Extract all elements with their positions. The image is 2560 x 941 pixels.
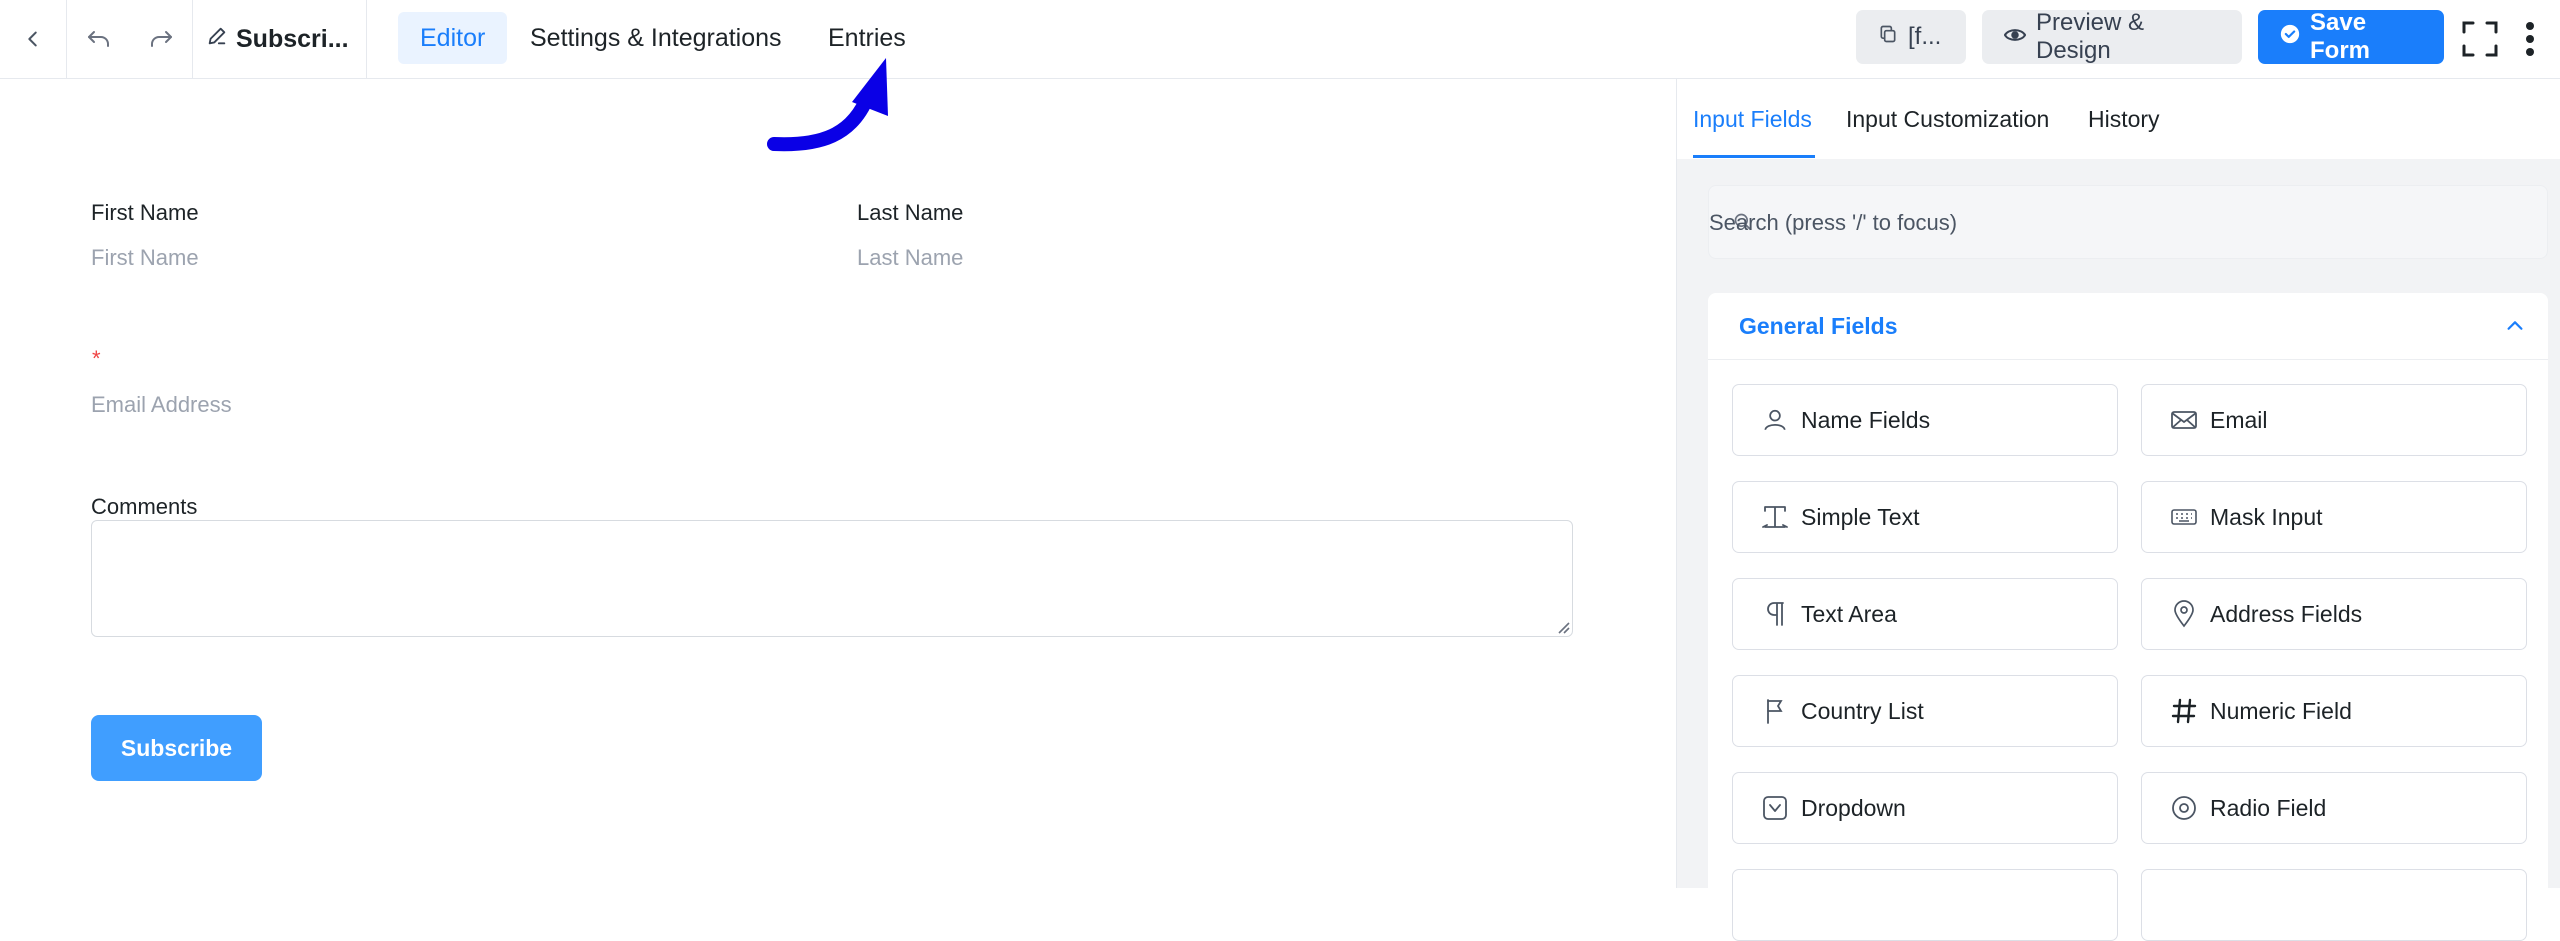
field-label: Email [2210,406,2268,433]
comments-label: Comments [91,494,198,519]
tab-history[interactable]: History [2088,79,2160,159]
field-label: Numeric Field [2210,697,2352,724]
field-name-fields[interactable]: Name Fields [1732,384,2118,456]
save-form-button[interactable]: Save Form [2258,9,2444,64]
pencil-icon [206,25,228,54]
field-label: Address Fields [2210,600,2363,627]
first-name-input[interactable]: First Name [91,245,199,271]
field-label: Dropdown [1801,794,1906,821]
chevron-up-icon[interactable] [2504,315,2526,342]
save-label: Save Form [2310,9,2370,64]
back-icon[interactable] [0,0,66,78]
general-fields-section: General Fields Name Fields Email Simple … [1708,293,2548,941]
field-text-area[interactable]: Text Area [1732,578,2118,650]
field-label: Radio Field [2210,794,2327,821]
field-label: Text Area [1801,600,1897,627]
field-mask-input[interactable]: Mask Input [2141,481,2527,553]
search-input[interactable]: Search (press '/' to focus) [1709,186,1957,260]
first-name-label: First Name [91,200,199,225]
section-title: General Fields [1739,312,1898,339]
field-radio-field[interactable]: Radio Field [2141,772,2527,844]
copy-icon [1878,23,1898,51]
radio-icon [2164,795,2204,821]
tab-editor[interactable]: Editor [398,12,508,64]
subscribe-button[interactable]: Subscribe [91,715,262,781]
annotation-arrow-icon [767,58,888,152]
field-label: Simple Text [1801,503,1920,530]
check-circle-icon [2280,23,2300,51]
envelope-icon [2164,409,2204,431]
map-pin-icon [2164,600,2204,628]
field-next[interactable] [2141,869,2527,941]
required-mark: * [92,346,101,371]
redo-icon[interactable] [130,0,192,78]
shortcode-button[interactable]: [f... [1856,10,1966,64]
form-title-text: Subscri... [236,24,349,53]
form-title[interactable]: Subscri... [206,0,349,78]
field-email[interactable]: Email [2141,384,2527,456]
preview-label: Preview & Design [2036,9,2145,64]
dropdown-icon [1755,795,1795,821]
field-search[interactable]: Search (press '/' to focus) [1708,185,2548,259]
divider [192,0,193,78]
tab-input-fields[interactable]: Input Fields [1693,79,1812,159]
last-name-label: Last Name [857,200,964,225]
divider [366,0,367,78]
field-next[interactable] [1732,869,2118,941]
field-country-list[interactable]: Country List [1732,675,2118,747]
user-icon [1755,407,1795,433]
text-cursor-icon [1755,503,1795,531]
flag-icon [1755,697,1795,725]
field-address-fields[interactable]: Address Fields [2141,578,2527,650]
field-simple-text[interactable]: Simple Text [1732,481,2118,553]
general-fields-header[interactable]: General Fields [1708,293,2548,360]
preview-design-button[interactable]: Preview & Design [1982,9,2242,64]
field-label: Country List [1801,697,1924,724]
email-input[interactable]: Email Address [91,392,232,418]
undo-icon[interactable] [67,0,130,78]
field-dropdown[interactable]: Dropdown [1732,772,2118,844]
comments-textarea[interactable] [91,520,1573,637]
fields-panel: Input Fields Input Customization History… [1676,79,2560,941]
panel-tabs: Input Fields Input Customization History [1677,79,2560,159]
eye-icon [2003,23,2027,51]
fullscreen-icon[interactable] [2456,0,2504,78]
hash-icon [2164,698,2204,724]
tab-input-customization[interactable]: Input Customization [1846,79,2049,159]
field-numeric-field[interactable]: Numeric Field [2141,675,2527,747]
top-bar: Subscri... Editor Settings & Integration… [0,0,2560,79]
keyboard-icon [2164,507,2204,527]
resize-handle-icon[interactable] [1556,620,1570,634]
more-options-icon[interactable] [2514,0,2546,78]
shortcode-label: [f... [1908,23,1942,50]
paragraph-icon [1755,600,1795,628]
field-label: Mask Input [2210,503,2323,530]
last-name-input[interactable]: Last Name [857,245,963,271]
field-label: Name Fields [1801,406,1931,433]
active-tab-indicator [1693,155,1815,158]
